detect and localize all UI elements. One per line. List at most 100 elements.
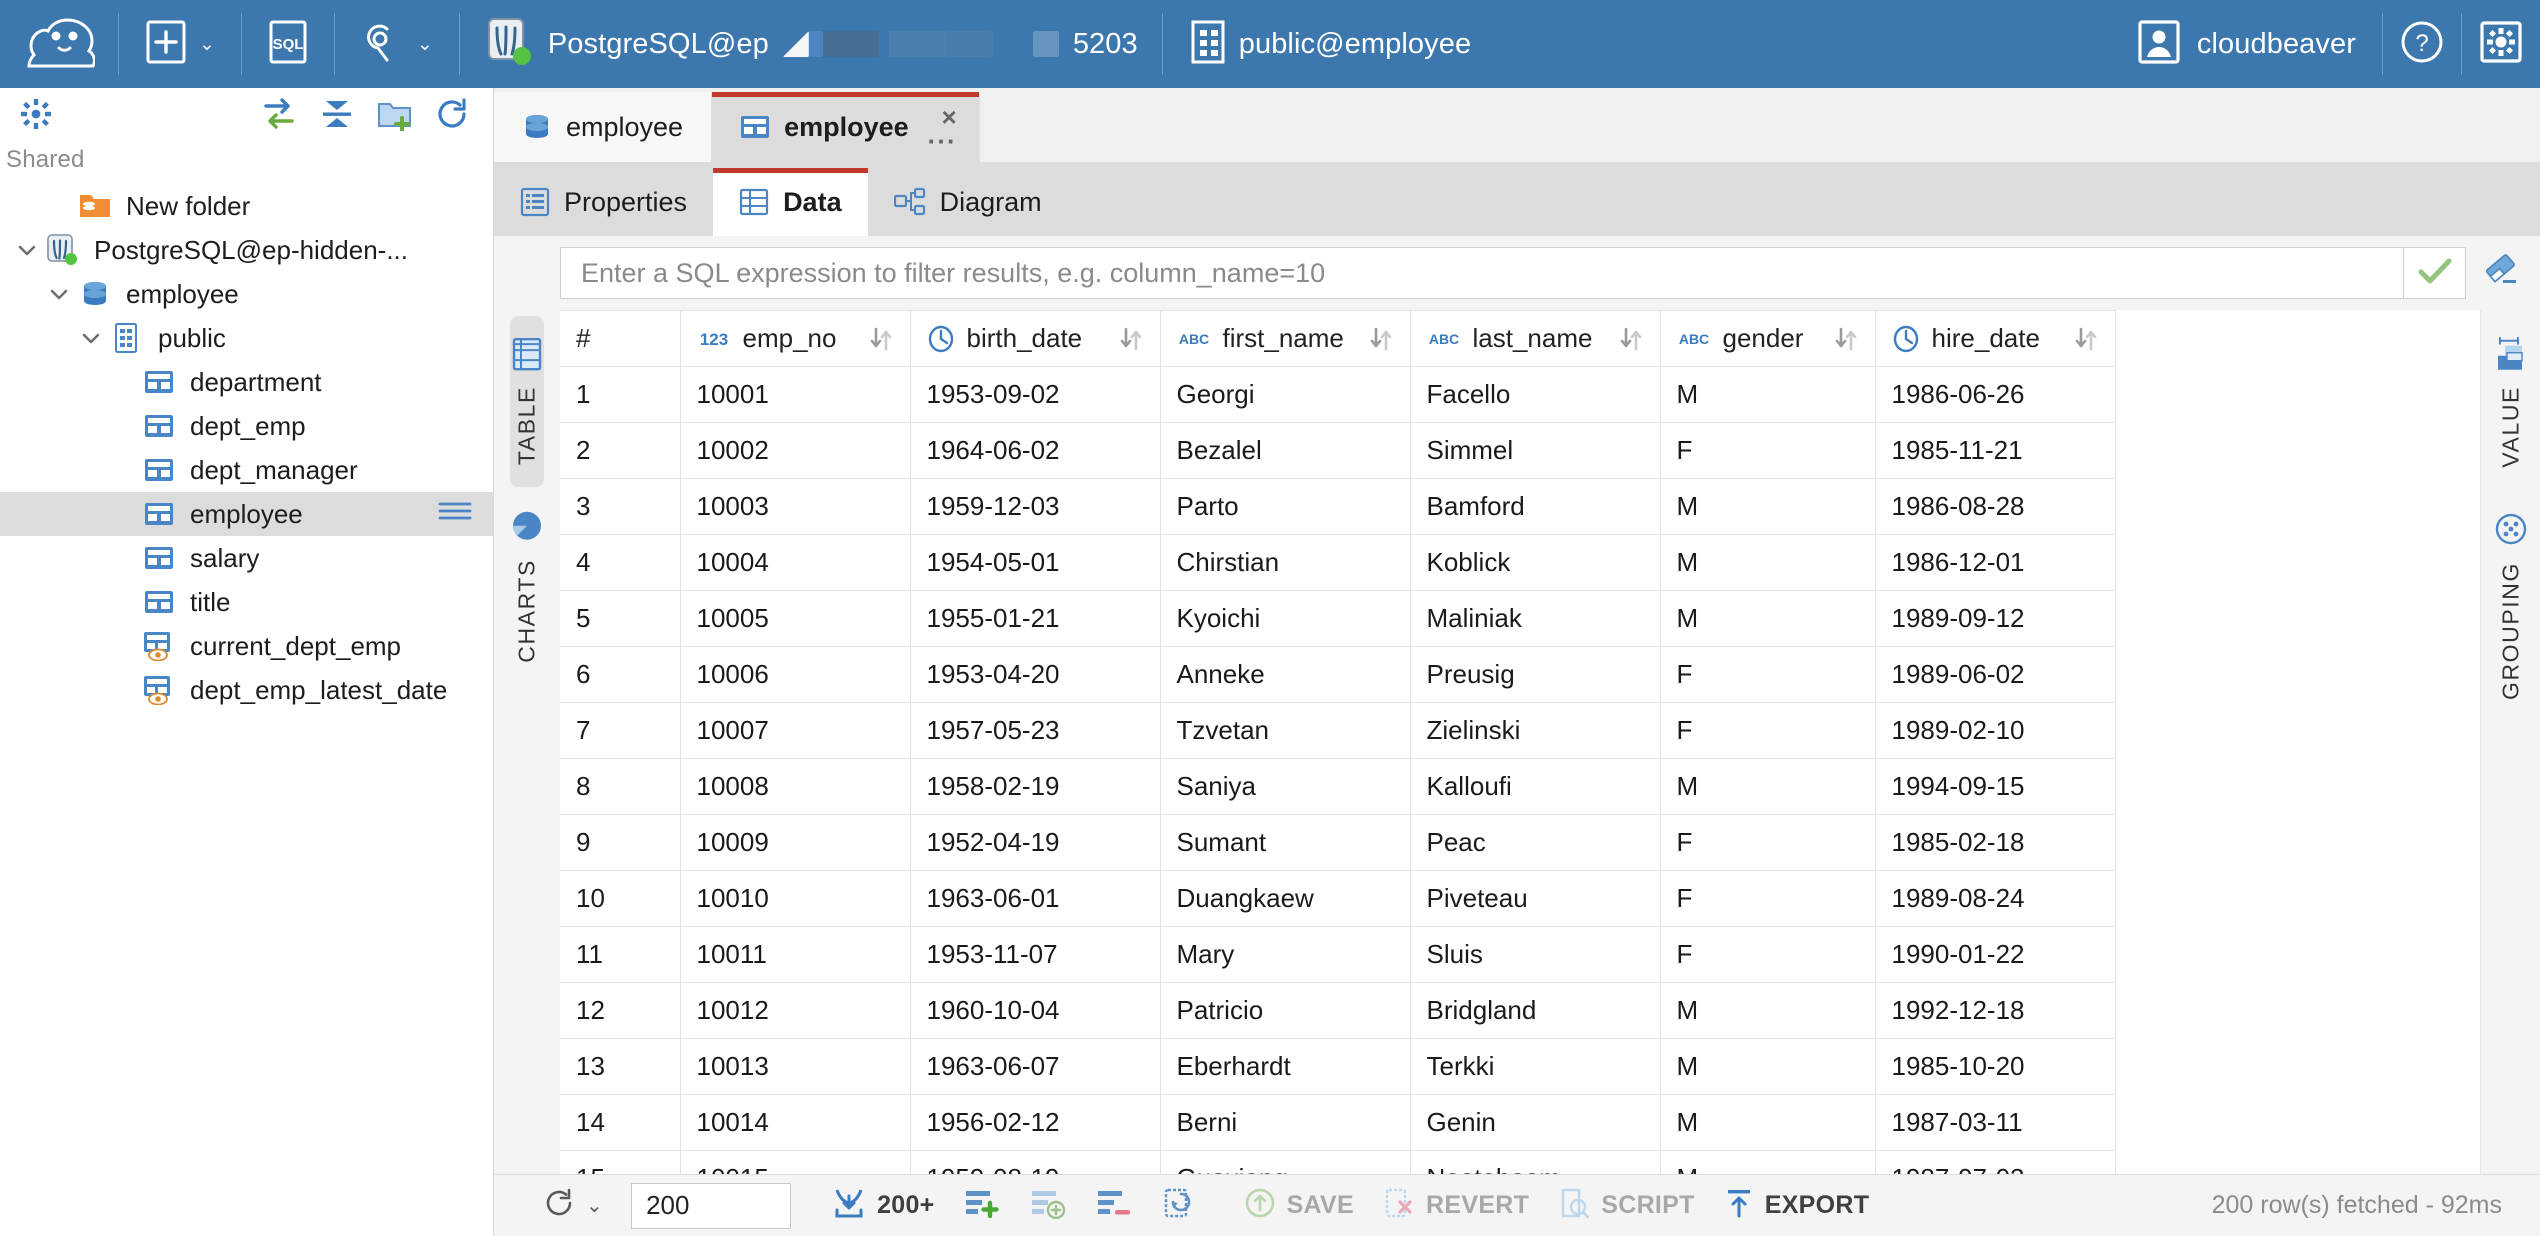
new-object-button[interactable]: ⌄	[119, 0, 241, 88]
table-cell[interactable]: F	[1660, 815, 1875, 871]
table-cell[interactable]: Koblick	[1410, 535, 1660, 591]
sort-icon[interactable]	[868, 326, 894, 352]
table-cell[interactable]: F	[1660, 871, 1875, 927]
row-number-cell[interactable]: 15	[560, 1151, 680, 1175]
table-cell[interactable]: 1994-09-15	[1875, 759, 2115, 815]
table-cell[interactable]: 1990-01-22	[1875, 927, 2115, 983]
table-cell[interactable]: 10004	[680, 535, 910, 591]
row-number-cell[interactable]: 10	[560, 871, 680, 927]
table-cell[interactable]: Genin	[1410, 1095, 1660, 1151]
panel-tab-grouping[interactable]: GROUPING	[2494, 490, 2528, 722]
panel-tab-charts[interactable]: CHARTS	[510, 487, 544, 685]
table-cell[interactable]: F	[1660, 423, 1875, 479]
table-cell[interactable]: 1958-02-19	[910, 759, 1160, 815]
table-row[interactable]: 1100011953-09-02GeorgiFacelloM1986-06-26	[560, 367, 2115, 423]
editor-tab-1[interactable]: employee×···	[712, 92, 980, 162]
table-cell[interactable]: Tzvetan	[1160, 703, 1410, 759]
table-cell[interactable]: 10014	[680, 1095, 910, 1151]
table-cell[interactable]: Preusig	[1410, 647, 1660, 703]
sort-icon[interactable]	[1833, 326, 1859, 352]
row-number-cell[interactable]: 7	[560, 703, 680, 759]
table-cell[interactable]: 10011	[680, 927, 910, 983]
table-row[interactable]: 15100151959-08-19GuoxiangNooteboomM1987-…	[560, 1151, 2115, 1175]
settings-button[interactable]	[2462, 0, 2540, 88]
table-cell[interactable]: 1959-12-03	[910, 479, 1160, 535]
table-cell[interactable]: 1985-02-18	[1875, 815, 2115, 871]
tab-menu-icon[interactable]: ···	[928, 128, 957, 154]
tab-properties[interactable]: Properties	[494, 168, 713, 236]
table-row[interactable]: 2100021964-06-02BezalelSimmelF1985-11-21	[560, 423, 2115, 479]
row-number-cell[interactable]: 12	[560, 983, 680, 1039]
table-cell[interactable]: Duangkaew	[1160, 871, 1410, 927]
table-cell[interactable]: Peac	[1410, 815, 1660, 871]
tree-node-employee[interactable]: employee	[0, 272, 493, 316]
row-number-cell[interactable]: 13	[560, 1039, 680, 1095]
table-cell[interactable]: Anneke	[1160, 647, 1410, 703]
sort-icon[interactable]	[2073, 326, 2099, 352]
sql-editor-button[interactable]: SQL	[242, 0, 334, 88]
table-cell[interactable]: M	[1660, 1039, 1875, 1095]
table-row[interactable]: 9100091952-04-19SumantPeacF1985-02-18	[560, 815, 2115, 871]
data-grid[interactable]: #123emp_nobirth_dateABCfirst_nameABClast…	[560, 310, 2480, 1174]
table-cell[interactable]: 1952-04-19	[910, 815, 1160, 871]
filter-clear-button[interactable]	[2466, 247, 2540, 299]
table-cell[interactable]: Bridgland	[1410, 983, 1660, 1039]
table-cell[interactable]: Bezalel	[1160, 423, 1410, 479]
table-cell[interactable]: 1989-06-02	[1875, 647, 2115, 703]
table-row[interactable]: 6100061953-04-20AnnekePreusigF1989-06-02	[560, 647, 2115, 703]
table-cell[interactable]: M	[1660, 983, 1875, 1039]
table-cell[interactable]: Kalloufi	[1410, 759, 1660, 815]
table-cell[interactable]: 1963-06-01	[910, 871, 1160, 927]
table-row[interactable]: 4100041954-05-01ChirstianKoblickM1986-12…	[560, 535, 2115, 591]
table-cell[interactable]: Guoxiang	[1160, 1151, 1410, 1175]
table-cell[interactable]: 1989-09-12	[1875, 591, 2115, 647]
table-cell[interactable]: 10015	[680, 1151, 910, 1175]
table-cell[interactable]: 10009	[680, 815, 910, 871]
table-row[interactable]: 8100081958-02-19SaniyaKalloufiM1994-09-1…	[560, 759, 2115, 815]
table-cell[interactable]: Patricio	[1160, 983, 1410, 1039]
table-cell[interactable]: F	[1660, 703, 1875, 759]
column-header-birth_date[interactable]: birth_date	[910, 311, 1160, 367]
tab-diagram[interactable]: Diagram	[868, 168, 1068, 236]
table-cell[interactable]: 1987-03-11	[1875, 1095, 2115, 1151]
tree-node-dept_manager[interactable]: dept_manager	[0, 448, 493, 492]
row-number-cell[interactable]: 11	[560, 927, 680, 983]
table-cell[interactable]: M	[1660, 1095, 1875, 1151]
delete-row-button[interactable]	[1081, 1182, 1147, 1230]
table-cell[interactable]: 1955-01-21	[910, 591, 1160, 647]
refresh-icon[interactable]	[431, 92, 475, 136]
table-cell[interactable]: 10010	[680, 871, 910, 927]
table-cell[interactable]: Eberhardt	[1160, 1039, 1410, 1095]
panel-tab-value[interactable]: VALUE	[2494, 316, 2528, 490]
tree-node-public[interactable]: public	[0, 316, 493, 360]
table-cell[interactable]: Berni	[1160, 1095, 1410, 1151]
tree-node-current_dept_emp[interactable]: current_dept_emp	[0, 624, 493, 668]
row-number-cell[interactable]: 1	[560, 367, 680, 423]
table-cell[interactable]: Sluis	[1410, 927, 1660, 983]
row-number-cell[interactable]: 2	[560, 423, 680, 479]
table-cell[interactable]: 1992-12-18	[1875, 983, 2115, 1039]
column-header-gender[interactable]: ABCgender	[1660, 311, 1875, 367]
table-cell[interactable]: 1986-08-28	[1875, 479, 2115, 535]
table-cell[interactable]: 1953-11-07	[910, 927, 1160, 983]
table-cell[interactable]: 10013	[680, 1039, 910, 1095]
filter-input[interactable]	[560, 247, 2404, 299]
collapse-all-icon[interactable]	[315, 92, 359, 136]
tools-button[interactable]: ⌄	[335, 0, 459, 88]
sort-icon[interactable]	[1118, 326, 1144, 352]
table-cell[interactable]: Simmel	[1410, 423, 1660, 479]
save-button[interactable]: SAVE	[1229, 1182, 1368, 1230]
table-cell[interactable]: 1989-08-24	[1875, 871, 2115, 927]
table-cell[interactable]: 1954-05-01	[910, 535, 1160, 591]
table-cell[interactable]: Maliniak	[1410, 591, 1660, 647]
tree-node-postgresql-ep-hidden-[interactable]: PostgreSQL@ep-hidden-...	[0, 228, 493, 272]
row-number-cell[interactable]: 3	[560, 479, 680, 535]
tree-node-new-folder[interactable]: New folder	[0, 184, 493, 228]
table-row[interactable]: 10100101963-06-01DuangkaewPiveteauF1989-…	[560, 871, 2115, 927]
user-menu-button[interactable]: cloudbeaver	[2111, 0, 2382, 88]
refresh-results-button[interactable]: ⌄	[528, 1182, 617, 1230]
table-cell[interactable]: M	[1660, 535, 1875, 591]
table-cell[interactable]: Piveteau	[1410, 871, 1660, 927]
editor-tab-0[interactable]: employee	[494, 92, 712, 162]
table-cell[interactable]: 1956-02-12	[910, 1095, 1160, 1151]
